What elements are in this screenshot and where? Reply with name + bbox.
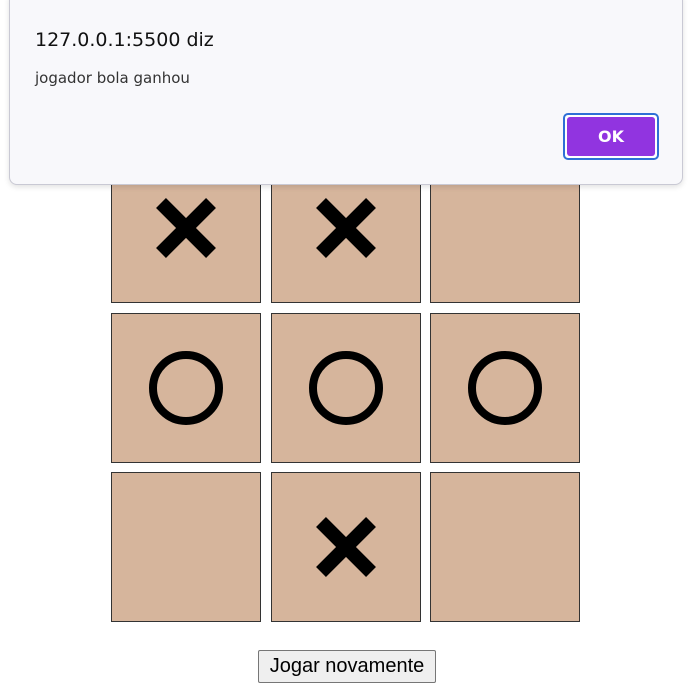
board-cell[interactable] [430,313,580,463]
play-again-button[interactable]: Jogar novamente [258,650,436,683]
board-cell[interactable] [111,313,261,463]
x-icon [156,198,216,258]
ok-button[interactable]: OK [563,113,659,160]
board-cell[interactable] [271,472,421,622]
o-icon [309,351,383,425]
board-cell[interactable] [111,472,261,622]
x-icon [316,198,376,258]
o-icon [149,351,223,425]
dialog-message: jogador bola ganhou [35,69,190,87]
alert-dialog: 127.0.0.1:5500 diz jogador bola ganhou O… [9,0,683,185]
board-cell[interactable] [430,472,580,622]
game-board [110,152,583,625]
x-icon [316,517,376,577]
board-cell[interactable] [271,313,421,463]
ok-button-label: OK [567,117,655,156]
dialog-title: 127.0.0.1:5500 diz [35,29,214,51]
o-icon [468,351,542,425]
